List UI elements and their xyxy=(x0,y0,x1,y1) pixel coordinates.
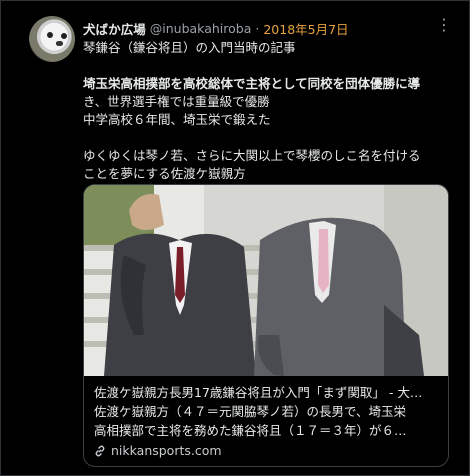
tweet-line: き、世界選手権では重量級で優勝 xyxy=(83,94,270,109)
avatar-eye xyxy=(47,32,53,38)
avatar-eye xyxy=(61,33,67,39)
link-card[interactable]: 佐渡ケ嶽親方長男17歳鎌谷将且が入門「まず関取」 - 大… 佐渡ケ嶽親方（４７＝… xyxy=(83,184,449,467)
tweet-header: 犬ばか広場 @inubakahiroba · 2018年5月7日 xyxy=(83,19,349,37)
tweet-line: ゆくゆくは琴ノ若、さらに大関以上で琴櫻のしこ名を付ける xyxy=(83,148,421,163)
more-options-icon[interactable]: ⋮ xyxy=(436,15,453,34)
avatar-nose xyxy=(56,41,63,46)
author-name[interactable]: 犬ばか広場 xyxy=(83,19,146,38)
card-description: 高相撲部で主将を務めた鎌谷将且（１７＝３年）が６… xyxy=(94,423,407,438)
article-photo xyxy=(84,185,448,376)
card-title: 佐渡ケ嶽親方長男17歳鎌谷将且が入門「まず関取」 - 大… xyxy=(94,385,423,400)
tweet-line: 埼玉栄高相撲部を高校総体で主将として同校を団体優勝に導 xyxy=(83,75,461,93)
tweet-line: 琴鎌谷（鎌谷将且）の入門当時の記事 xyxy=(83,40,296,55)
link-icon xyxy=(95,445,105,456)
tweet: 犬ばか広場 @inubakahiroba · 2018年5月7日 ⋮ 琴鎌谷（鎌… xyxy=(0,0,470,476)
tweet-line: 中学高校６年間、埼玉栄で鍛えた xyxy=(83,112,271,127)
author-avatar[interactable] xyxy=(29,16,75,62)
card-domain-text: nikkansports.com xyxy=(111,443,222,458)
tweet-date[interactable]: 2018年5月7日 xyxy=(263,19,348,38)
card-description: 佐渡ケ嶽親方（４７＝元関脇琴ノ若）の長男で、埼玉栄 xyxy=(94,404,407,419)
card-text: 佐渡ケ嶽親方長男17歳鎌谷将且が入門「まず関取」 - 大… 佐渡ケ嶽親方（４７＝… xyxy=(94,383,442,460)
tweet-text: 琴鎌谷（鎌谷将且）の入門当時の記事 埼玉栄高相撲部を高校総体で主将として同校を団… xyxy=(83,39,461,183)
tweet-line: ことを夢にする佐渡ケ嶽親方 xyxy=(83,166,246,181)
author-handle[interactable]: @inubakahiroba xyxy=(150,21,252,36)
header-separator: · xyxy=(255,20,260,36)
tweet-line-bold: 埼玉栄高相撲部を高校総体で主将として同校を団体優勝に導 xyxy=(83,76,421,91)
card-domain[interactable]: nikkansports.com xyxy=(94,441,442,460)
